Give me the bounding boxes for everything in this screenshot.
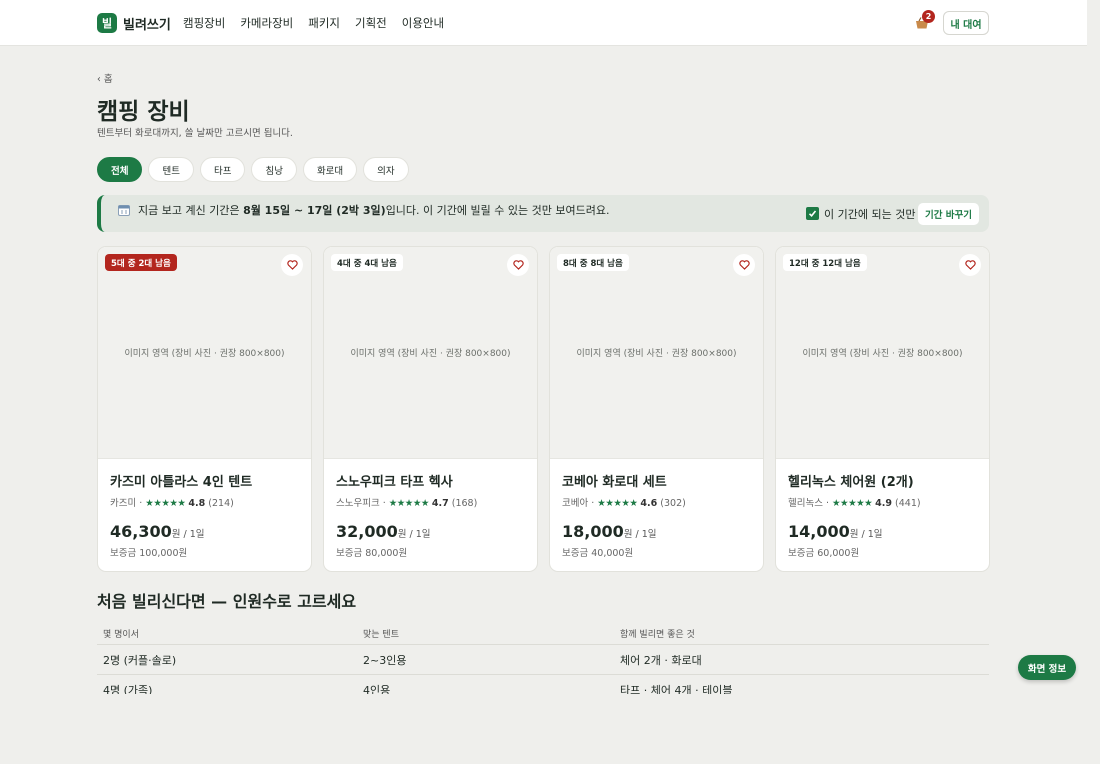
- logo-icon[interactable]: 빌: [97, 13, 117, 33]
- product-image-placeholder: 이미지 영역 (장비 사진 · 권장 800×800): [324, 247, 537, 459]
- product-name[interactable]: 코베아 화로대 세트: [562, 471, 667, 490]
- chip-tent[interactable]: 텐트: [148, 157, 194, 182]
- stock-badge: 5대 중 2대 남음: [105, 254, 177, 271]
- heart-icon[interactable]: [507, 254, 529, 276]
- table-row: 2명 (커플·솔로) 2~3인용 체어 2개 · 화로대: [97, 645, 989, 675]
- chip-sleeping-bag[interactable]: 침낭: [251, 157, 297, 182]
- nav-camera[interactable]: 카메라장비: [240, 15, 293, 31]
- column-header: 함께 빌리면 좋은 것: [620, 630, 695, 640]
- product-price: 32,000원 / 1일: [336, 522, 431, 541]
- page-subtitle: 텐트부터 화로대까지, 쓸 날짜만 고르시면 됩니다.: [97, 128, 293, 139]
- calendar-icon: [118, 205, 130, 216]
- star-rating-icon: ★★★★★: [597, 498, 638, 509]
- period-range: 8월 15일 ~ 17일 (2박 3일): [243, 204, 386, 217]
- guide-title: 처음 빌리신다면 — 인원수로 고르세요: [97, 592, 357, 611]
- available-only-label[interactable]: 이 기간에 되는 것만: [824, 206, 915, 222]
- product-card[interactable]: 이미지 영역 (장비 사진 · 권장 800×800) 4대 중 4대 남음 스…: [323, 246, 538, 572]
- product-deposit: 보증금 100,000원: [110, 548, 188, 559]
- table-header-row: 몇 명이서 맞는 텐트 함께 빌리면 좋은 것: [97, 620, 989, 645]
- product-price: 46,300원 / 1일: [110, 522, 205, 541]
- nav-camping[interactable]: 캠핑장비: [183, 15, 225, 31]
- star-rating-icon: ★★★★★: [832, 498, 873, 509]
- product-meta: 헬리녹스 · ★★★★★ 4.9 (441): [788, 498, 921, 509]
- guide-table: 몇 명이서 맞는 텐트 함께 빌리면 좋은 것 2명 (커플·솔로) 2~3인용…: [97, 620, 989, 705]
- product-deposit: 보증금 60,000원: [788, 548, 860, 559]
- period-banner: 지금 보고 계신 기간은 8월 15일 ~ 17일 (2박 3일)입니다. 이 …: [97, 195, 989, 232]
- product-price: 18,000원 / 1일: [562, 522, 657, 541]
- chip-all[interactable]: 전체: [97, 157, 143, 182]
- nav-promotion[interactable]: 기획전: [355, 15, 387, 31]
- checkmark-icon: [808, 210, 817, 217]
- page-title: 캠핑 장비: [97, 99, 190, 125]
- period-text: 지금 보고 계신 기간은 8월 15일 ~ 17일 (2박 3일)입니다. 이 …: [138, 204, 610, 217]
- available-only-checkbox[interactable]: [806, 207, 819, 220]
- change-period-button[interactable]: 기간 바꾸기: [918, 203, 979, 225]
- product-image-placeholder: 이미지 영역 (장비 사진 · 권장 800×800): [550, 247, 763, 459]
- product-name[interactable]: 헬리녹스 체어원 (2개): [788, 471, 914, 490]
- product-meta: 코베아 · ★★★★★ 4.6 (302): [562, 498, 686, 509]
- chip-tarp[interactable]: 타프: [199, 157, 246, 182]
- product-card[interactable]: 이미지 영역 (장비 사진 · 권장 800×800) 8대 중 8대 남음 코…: [549, 246, 764, 572]
- table-cell: 체어 2개 · 화로대: [620, 654, 702, 667]
- product-card[interactable]: 이미지 영역 (장비 사진 · 권장 800×800) 5대 중 2대 남음 카…: [97, 246, 312, 572]
- product-meta: 스노우피크 · ★★★★★ 4.7 (168): [336, 498, 478, 509]
- top-header: 빌 빌려쓰기 캠핑장비 카메라장비 패키지 기획전 이용안내 2 내 대여: [0, 0, 1087, 46]
- column-header: 몇 명이서: [103, 630, 139, 640]
- stock-badge: 8대 중 8대 남음: [557, 254, 629, 271]
- heart-icon[interactable]: [959, 254, 981, 276]
- viewport-fold: [0, 694, 1100, 764]
- product-image-placeholder: 이미지 영역 (장비 사진 · 권장 800×800): [776, 247, 989, 459]
- star-rating-icon: ★★★★★: [388, 498, 430, 509]
- product-price: 14,000원 / 1일: [788, 522, 883, 541]
- product-name[interactable]: 카즈미 아틀라스 4인 텐트: [110, 471, 252, 490]
- my-rental-button[interactable]: 내 대여: [943, 11, 989, 35]
- nav-package[interactable]: 패키지: [308, 15, 340, 31]
- product-name[interactable]: 스노우피크 타프 헥사: [336, 471, 453, 490]
- column-header: 맞는 텐트: [363, 630, 399, 640]
- stock-badge: 12대 중 12대 남음: [783, 254, 867, 271]
- product-deposit: 보증금 40,000원: [562, 548, 634, 559]
- product-deposit: 보증금 80,000원: [336, 548, 408, 559]
- table-cell: 2~3인용: [363, 654, 407, 667]
- product-meta: 카즈미 · ★★★★★ 4.8 (214): [110, 498, 234, 509]
- screen-info-button[interactable]: 화면 정보: [1018, 655, 1076, 680]
- cart-count-badge: 2: [922, 10, 935, 23]
- chip-chair[interactable]: 의자: [363, 157, 409, 182]
- product-card[interactable]: 이미지 영역 (장비 사진 · 권장 800×800) 12대 중 12대 남음…: [775, 246, 990, 572]
- product-image-placeholder: 이미지 영역 (장비 사진 · 권장 800×800): [98, 247, 311, 459]
- heart-icon[interactable]: [733, 254, 755, 276]
- heart-icon[interactable]: [281, 254, 303, 276]
- star-rating-icon: ★★★★★: [145, 498, 186, 509]
- category-filter: 전체 텐트 타프 침낭 화로대 의자: [97, 157, 409, 182]
- breadcrumb-home[interactable]: ‹ 홈: [97, 71, 113, 85]
- table-cell: 2명 (커플·솔로): [103, 654, 177, 667]
- chip-fire-pit[interactable]: 화로대: [302, 157, 358, 182]
- nav-guide[interactable]: 이용안내: [402, 15, 444, 31]
- brand-name[interactable]: 빌려쓰기: [123, 14, 171, 33]
- main-nav: 캠핑장비 카메라장비 패키지 기획전 이용안내: [183, 15, 444, 31]
- stock-badge: 4대 중 4대 남음: [331, 254, 403, 271]
